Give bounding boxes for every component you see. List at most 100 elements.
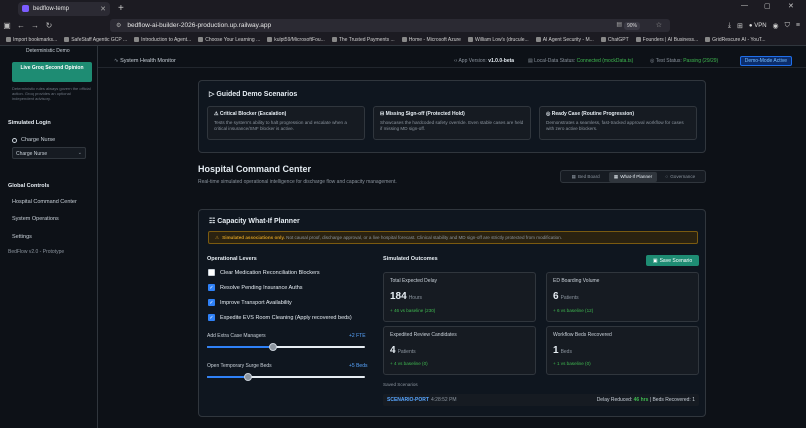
bookmark-item[interactable]: Founders | AI Business...	[635, 37, 698, 43]
forward-icon[interactable]: →	[28, 21, 42, 30]
case-managers-label: Add Extra Case Managers	[207, 333, 266, 339]
slider-thumb[interactable]	[269, 343, 278, 351]
scenario-critical-blocker[interactable]: ⚠ Critical Blocker (Escalation) Tests th…	[207, 106, 365, 140]
url-bar[interactable]: ⚙ bedflow-ai-builder-2026-production.up.…	[110, 19, 670, 32]
site-info-icon[interactable]: ⚙	[116, 22, 121, 29]
scenario-missing-signoff[interactable]: ⊟ Missing Sign-off (Protected Hold) Show…	[373, 106, 531, 140]
login-heading: Simulated Login	[8, 120, 51, 126]
chevron-down-icon: ⌄	[77, 150, 82, 156]
card-delta: + 1 vs baseline (0)	[553, 361, 591, 366]
saved-scenario-row[interactable]: SCENARIO-PORT 4:28:52 PM Delay Reduced: …	[383, 394, 699, 406]
card-unit: Hours	[408, 295, 423, 301]
lever-option[interactable]: Clear Medication Reconciliation Blockers	[208, 269, 320, 276]
window-close-icon[interactable]: ✕	[788, 2, 794, 10]
card-delta: + 4 vs baseline (0)	[390, 361, 428, 366]
save-scenario-button[interactable]: ▣ Save Scenario	[646, 255, 699, 266]
guided-title-text: Guided Demo Scenarios	[216, 91, 298, 98]
bookmark-item[interactable]: Import bookmarks...	[6, 37, 57, 43]
reader-view-icon[interactable]: ▤	[616, 21, 622, 28]
nav-hospital-command-center[interactable]: Hospital Command Center	[12, 199, 77, 205]
lever-option[interactable]: ✓ Resolve Pending Insurance Auths	[208, 284, 303, 291]
bookmarks-bar: Import bookmarks... SafeStaff Agentic GCP…	[0, 34, 806, 46]
bookmark-label: GridRescure AI - YouT...	[712, 36, 766, 43]
advisory-note: Deterministic rules always govern the of…	[12, 86, 91, 101]
app-version: ‹› App Version: v1.0.0-beta	[454, 58, 514, 64]
account-icon[interactable]: ◉	[773, 22, 779, 30]
bookmark-item[interactable]: Choose Your Learning ...	[198, 37, 260, 43]
browser-tab[interactable]: bedflow-temp ✕	[18, 1, 110, 16]
bookmark-item[interactable]: SafeStaff Agentic GCP ...	[64, 37, 127, 43]
nav-settings[interactable]: Settings	[12, 234, 32, 240]
vpn-button[interactable]: ● VPN	[749, 23, 767, 29]
monitor-label: System Health Monitor	[120, 58, 176, 64]
shield-icon[interactable]: ⛉	[785, 22, 790, 30]
local-data-label: Local-Data Status:	[534, 58, 576, 64]
bookmark-item[interactable]: ChatGPT	[600, 37, 629, 43]
bookmark-favicon-icon	[467, 37, 473, 42]
ai-advisory-card: Deterministic Demo Live Groq Second Opin…	[8, 46, 92, 108]
tab-close-icon[interactable]: ✕	[100, 5, 106, 13]
page-subtitle: Real-time simulated operational intellig…	[198, 179, 397, 185]
slider-fill	[207, 346, 274, 348]
surge-beds-slider[interactable]	[207, 373, 365, 381]
card-expedited-review: Expedited Review Candidates 4 Patients + …	[383, 326, 536, 375]
bookmark-label: The Trusted Payments ...	[338, 36, 395, 43]
card-delta: + 6 vs baseline (12)	[553, 308, 594, 313]
system-health-bar: ∿ System Health Monitor ‹› App Version: …	[98, 54, 806, 68]
zoom-level[interactable]: 90%	[623, 22, 640, 30]
checkbox-checked-icon[interactable]: ✓	[208, 284, 215, 291]
bookmark-item[interactable]: The Trusted Payments ...	[331, 36, 395, 43]
new-tab-icon[interactable]: +	[118, 3, 124, 14]
slider-thumb[interactable]	[244, 373, 253, 381]
lever-option[interactable]: ✓ Improve Transport Availability	[208, 299, 292, 306]
checkbox-empty-icon[interactable]	[208, 269, 215, 276]
download-icon[interactable]: ⤓	[728, 22, 731, 30]
levers-heading: Operational Levers	[207, 256, 257, 262]
groq-second-opinion-button[interactable]: Live Groq Second Opinion	[12, 62, 92, 82]
checkbox-checked-icon[interactable]: ✓	[208, 299, 215, 306]
test-status-label: Test Status:	[655, 58, 682, 64]
reload-icon[interactable]: ↻	[42, 21, 56, 30]
bookmark-favicon-icon	[705, 37, 711, 42]
case-managers-value: +2 FTE	[349, 333, 366, 339]
maximize-icon[interactable]: ▢	[764, 2, 771, 10]
bookmark-item[interactable]: kulpt59/MicrosoftFou...	[267, 37, 325, 43]
bookmark-item[interactable]: Introduction to Agent...	[134, 37, 191, 43]
tab-bed-board[interactable]: ▦ Bed Board	[562, 172, 609, 182]
lever-label: Resolve Pending Insurance Auths	[220, 284, 303, 291]
nav-system-operations[interactable]: System Operations	[12, 216, 59, 222]
checkbox-checked-icon[interactable]: ✓	[208, 314, 215, 321]
minimize-icon[interactable]: —	[741, 2, 748, 9]
bookmark-item[interactable]: GridRescure AI - YouT...	[705, 36, 766, 43]
bookmark-favicon-icon	[134, 37, 140, 42]
app-version-label: App Version:	[458, 58, 487, 64]
menu-icon[interactable]: ≡	[796, 22, 800, 29]
bookmark-favicon-icon	[331, 37, 337, 42]
card-total-delay: Total Expected Delay 184 Hours + 46 vs ba…	[383, 272, 536, 322]
planner-title: ☷ Capacity What-If Planner	[209, 217, 300, 225]
role-select[interactable]: Charge Nurse ⌄	[12, 147, 86, 159]
tab-governance[interactable]: ○ Governance	[657, 172, 704, 182]
bookmark-star-icon[interactable]: ☆	[656, 21, 662, 29]
lever-option[interactable]: ✓ Expedite EVS Room Cleaning (Apply recov…	[208, 314, 352, 321]
saved-scenario-name: SCENARIO-PORT	[387, 397, 429, 403]
guided-demo-panel: ▷ Guided Demo Scenarios ⚠ Critical Block…	[198, 80, 706, 153]
bookmark-item[interactable]: Home - Microsoft Azure	[401, 36, 461, 43]
extensions-icon[interactable]: ⊞	[737, 22, 743, 30]
back-icon[interactable]: ←	[14, 21, 28, 30]
check-icon: ◎	[546, 111, 551, 117]
bookmark-item[interactable]: William Low's (drucule...	[467, 37, 529, 43]
bookmark-label: Home - Microsoft Azure	[408, 36, 461, 43]
case-managers-slider[interactable]	[207, 343, 365, 351]
bookmark-favicon-icon	[535, 37, 541, 42]
radio-circle-icon[interactable]	[12, 137, 17, 143]
card-title: ED Boarding Volume	[553, 278, 600, 284]
scenario-ready-case[interactable]: ◎ Ready Case (Routine Progression) Demon…	[539, 106, 697, 140]
role-radio[interactable]: Charge Nurse	[12, 137, 55, 143]
lever-label: Improve Transport Availability	[220, 299, 292, 306]
bookmark-item[interactable]: AI Agent Security - M...	[535, 37, 594, 43]
bookmark-label: Choose Your Learning ...	[205, 36, 261, 43]
slider-fill	[207, 376, 249, 378]
sidebar-toggle-icon[interactable]: ▣	[0, 21, 14, 30]
tab-what-if-planner[interactable]: ▦ What-If Planner	[609, 171, 657, 182]
